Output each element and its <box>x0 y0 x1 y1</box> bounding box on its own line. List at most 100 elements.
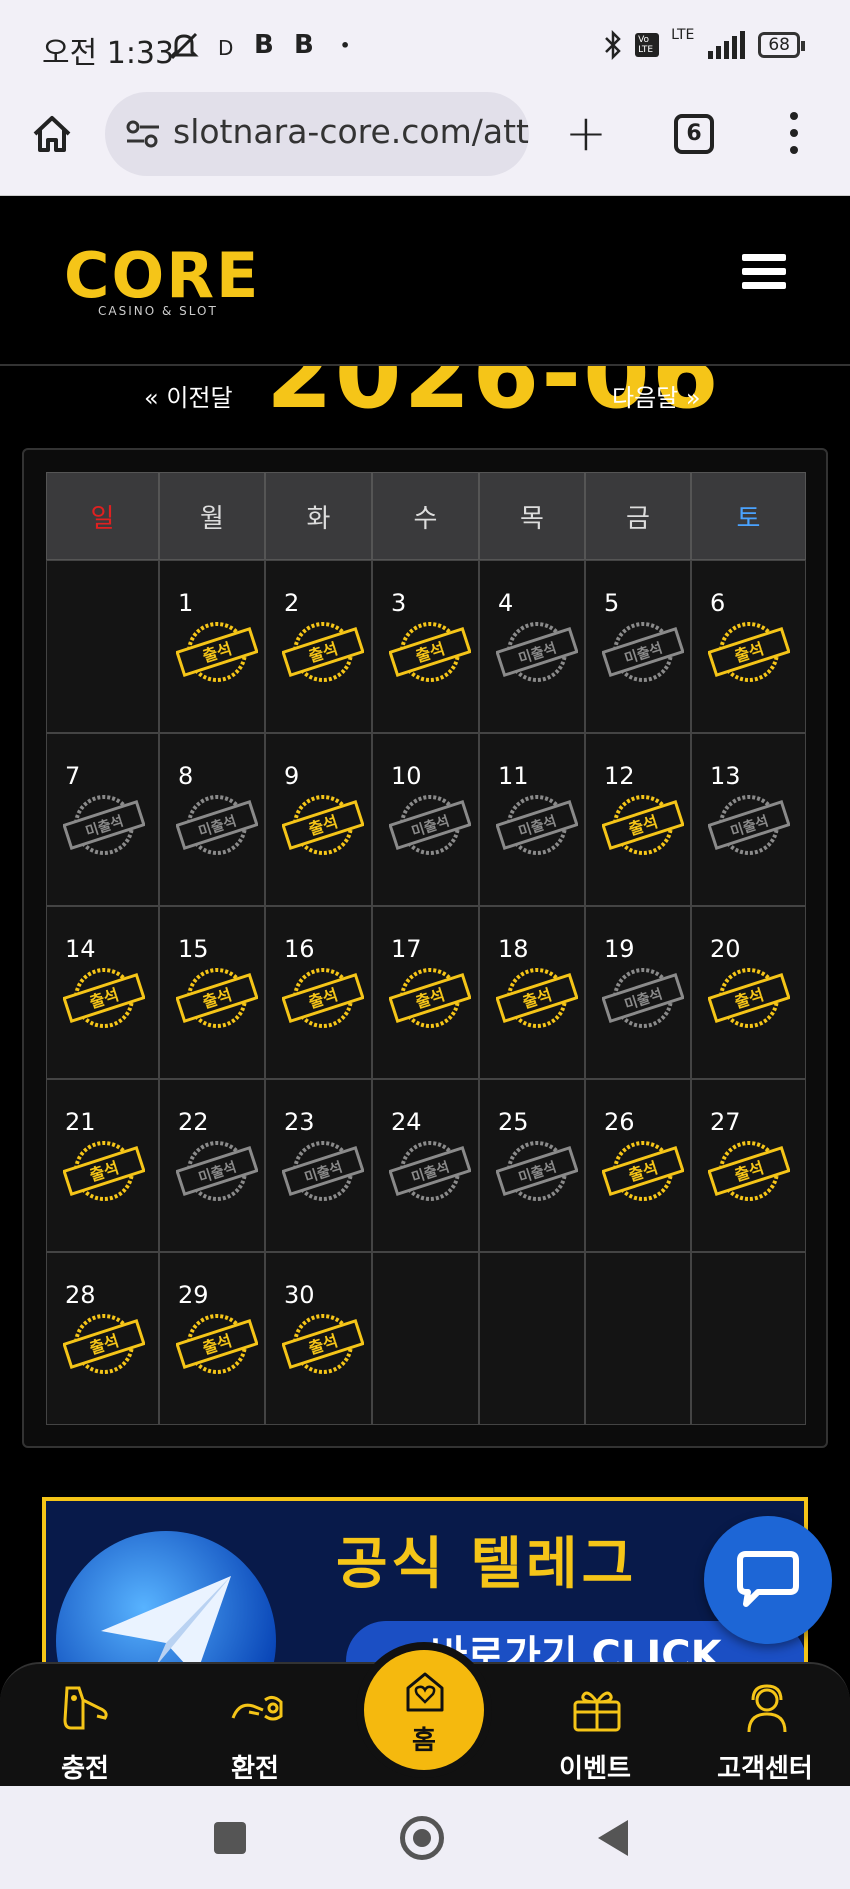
calendar-day-cell: 26 출석 <box>585 1079 691 1252</box>
nav-deposit[interactable]: 충전 <box>15 1664 155 1788</box>
calendar-week-row: 14 출석 15 출석 16 출석 17 출석 18 출석 19 미출석 20 출석 <box>46 906 806 1079</box>
back-icon[interactable] <box>598 1820 628 1856</box>
attended-stamp-icon: 출석 <box>389 622 471 682</box>
day-number: 17 <box>391 935 422 963</box>
nav-event[interactable]: 이벤트 <box>525 1664 665 1788</box>
calendar-day-cell: 23 미출석 <box>265 1079 372 1252</box>
day-number: 27 <box>710 1108 741 1136</box>
calendar-day-cell: 27 출석 <box>691 1079 806 1252</box>
attended-stamp-icon: 출석 <box>708 968 790 1028</box>
day-number: 19 <box>604 935 635 963</box>
site-header: CORE CASINO & SLOT <box>0 196 850 366</box>
system-navigation-bar <box>0 1786 850 1889</box>
weekday-sun: 일 <box>46 472 159 560</box>
calendar-day-cell: 28 출석 <box>46 1252 159 1425</box>
day-number: 22 <box>178 1108 209 1136</box>
prev-month-link[interactable]: « 이전달 <box>144 378 233 413</box>
signal-icon <box>708 31 746 59</box>
home-icon[interactable] <box>30 112 74 156</box>
calendar-empty-cell <box>585 1252 691 1425</box>
weekday-sat: 토 <box>691 472 806 560</box>
weekday-fri: 금 <box>585 472 691 560</box>
calendar-grid: 일 월 화 수 목 금 토 1 출석 2 출석 3 출석 4 미출석 5 미출석 6 출석 7 미출석 8 미… <box>46 472 806 1425</box>
attended-stamp-icon: 출석 <box>282 1314 364 1374</box>
month-navigation: « 이전달 2026-06 다음달 » <box>0 366 850 416</box>
calendar-day-cell: 14 출석 <box>46 906 159 1079</box>
chat-button[interactable] <box>704 1516 832 1644</box>
url-text[interactable]: slotnara-core.com/att <box>173 112 529 151</box>
absent-stamp-icon: 미출석 <box>282 1141 364 1201</box>
calendar-day-cell: 24 미출석 <box>372 1079 479 1252</box>
attendance-calendar: 일 월 화 수 목 금 토 1 출석 2 출석 3 출석 4 미출석 5 미출석 6 출석 7 미출석 8 미… <box>22 448 828 1448</box>
system-home-icon[interactable] <box>400 1816 444 1860</box>
attended-stamp-icon: 출석 <box>602 795 684 855</box>
day-number: 6 <box>710 589 726 617</box>
day-number: 4 <box>498 589 514 617</box>
day-number: 2 <box>284 589 300 617</box>
lte-label: LTE <box>671 27 695 43</box>
calendar-day-cell: 3 출석 <box>372 560 479 733</box>
new-tab-button[interactable]: + <box>565 104 607 162</box>
attended-stamp-icon: 출석 <box>389 968 471 1028</box>
attended-stamp-icon: 출석 <box>176 968 258 1028</box>
recent-apps-icon[interactable] <box>214 1822 246 1854</box>
day-number: 10 <box>391 762 422 790</box>
status-time: 오전 1:33 <box>42 36 175 71</box>
weekday-header: 일 월 화 수 목 금 토 <box>46 472 806 560</box>
attended-stamp-icon: 출석 <box>282 968 364 1028</box>
more-menu-icon[interactable] <box>790 112 800 156</box>
battery-indicator: 68 <box>758 32 805 58</box>
day-number: 11 <box>498 762 529 790</box>
address-bar[interactable]: slotnara-core.com/att <box>105 92 529 176</box>
logo-subtitle: CASINO & SLOT <box>98 304 218 318</box>
status-bar: 오전 1:33 D B B • Vo LTE LTE 68 <box>0 0 850 92</box>
absent-stamp-icon: 미출석 <box>708 795 790 855</box>
nav-home-button[interactable]: 홈 <box>356 1642 492 1778</box>
calendar-day-cell: 6 출석 <box>691 560 806 733</box>
day-number: 5 <box>604 589 620 617</box>
calendar-day-cell: 16 출석 <box>265 906 372 1079</box>
attended-stamp-icon: 출석 <box>602 1141 684 1201</box>
home-heart-icon <box>406 1672 444 1712</box>
site-settings-icon[interactable] <box>125 118 161 150</box>
calendar-day-cell: 2 출석 <box>265 560 372 733</box>
calendar-day-cell: 10 미출석 <box>372 733 479 906</box>
weekday-mon: 월 <box>159 472 265 560</box>
attended-stamp-icon: 출석 <box>282 795 364 855</box>
calendar-day-cell: 9 출석 <box>265 733 372 906</box>
calendar-day-cell: 13 미출석 <box>691 733 806 906</box>
calendar-day-cell: 11 미출석 <box>479 733 585 906</box>
nav-event-label: 이벤트 <box>559 1754 631 1784</box>
calendar-day-cell: 22 미출석 <box>159 1079 265 1252</box>
day-number: 14 <box>65 935 96 963</box>
nav-withdraw-label: 환전 <box>231 1754 279 1784</box>
calendar-day-cell: 19 미출석 <box>585 906 691 1079</box>
calendar-day-cell: 7 미출석 <box>46 733 159 906</box>
calendar-day-cell: 4 미출석 <box>479 560 585 733</box>
nav-withdraw[interactable]: 환전 <box>185 1664 325 1788</box>
day-number: 18 <box>498 935 529 963</box>
absent-stamp-icon: 미출석 <box>496 795 578 855</box>
day-number: 20 <box>710 935 741 963</box>
nav-support[interactable]: 고객센터 <box>695 1664 835 1788</box>
tab-count-button[interactable]: 6 <box>674 114 714 154</box>
calendar-body: 1 출석 2 출석 3 출석 4 미출석 5 미출석 6 출석 7 미출석 8 미출석 9 출석 10 미출석 11 미출… <box>46 560 806 1425</box>
attended-stamp-icon: 출석 <box>176 1314 258 1374</box>
b-indicator-1: B <box>254 30 274 60</box>
day-number: 1 <box>178 589 194 617</box>
calendar-empty-cell <box>372 1252 479 1425</box>
attended-stamp-icon: 출석 <box>708 622 790 682</box>
absent-stamp-icon: 미출석 <box>602 622 684 682</box>
nav-deposit-label: 충전 <box>61 1754 109 1784</box>
attended-stamp-icon: 출석 <box>63 1314 145 1374</box>
weekday-tue: 화 <box>265 472 372 560</box>
day-number: 24 <box>391 1108 422 1136</box>
calendar-week-row: 21 출석 22 미출석 23 미출석 24 미출석 25 미출석 26 출석 27 출석 <box>46 1079 806 1252</box>
next-month-link[interactable]: 다음달 » <box>612 378 701 413</box>
logo-text: CORE <box>64 239 261 312</box>
hamburger-menu-icon[interactable] <box>742 254 786 290</box>
calendar-day-cell: 5 미출석 <box>585 560 691 733</box>
site-logo[interactable]: CORE CASINO & SLOT <box>64 244 264 324</box>
day-number: 15 <box>178 935 209 963</box>
d-indicator: D <box>218 36 234 60</box>
